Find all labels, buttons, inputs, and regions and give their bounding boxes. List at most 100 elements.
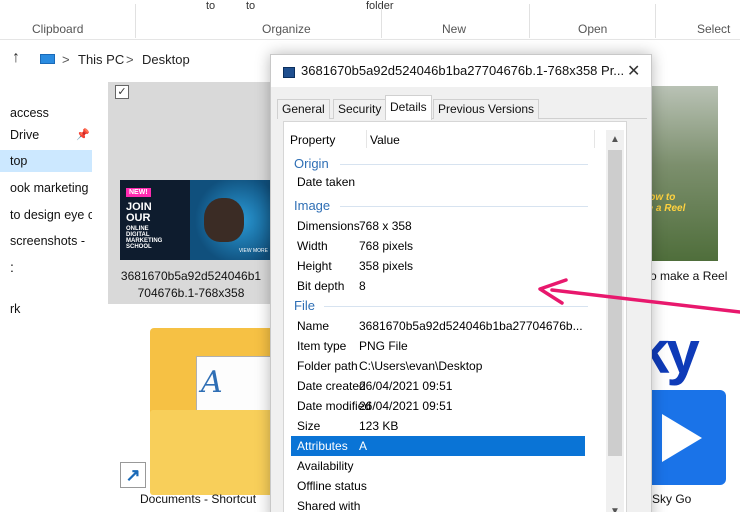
property-key: Shared with <box>297 499 361 512</box>
property-value: 26/04/2021 09:51 <box>359 399 453 413</box>
column-header-property[interactable]: Property <box>290 133 335 147</box>
ribbon-separator <box>381 4 382 38</box>
file-name-line-2: 704676b.1-768x358 <box>137 286 245 300</box>
property-row[interactable]: Item type PNG File <box>291 336 585 356</box>
pin-icon: 📌 <box>76 129 90 141</box>
column-divider[interactable] <box>594 130 595 148</box>
up-arrow-icon[interactable]: ↑ <box>12 49 20 67</box>
shortcut-arrow-icon: ↗ <box>120 462 146 488</box>
property-value: 8 <box>359 279 366 293</box>
scrollbar[interactable]: ▲ ▼ <box>606 130 624 512</box>
scroll-down-icon[interactable]: ▼ <box>610 506 620 512</box>
properties-dialog: 3681670b5a92d524046b1ba27704676b.1-768x3… <box>270 54 652 512</box>
group-file: File <box>294 298 315 313</box>
property-row[interactable]: Height 358 pixels <box>291 256 585 276</box>
ribbon-separator <box>529 4 530 38</box>
property-value: 768 pixels <box>359 239 414 253</box>
nav-item-label: Drive <box>10 128 40 142</box>
group-origin: Origin <box>294 156 329 171</box>
property-value: PNG File <box>359 339 408 353</box>
tab-general[interactable]: General <box>277 99 330 119</box>
property-key: Name <box>297 319 330 333</box>
thumb-more-text: VIEW MORE <box>238 248 268 254</box>
nav-item-folder-3[interactable]: screenshots - <box>0 230 92 252</box>
property-key: Folder path <box>297 359 358 373</box>
checkbox-icon[interactable]: ✓ <box>115 85 129 99</box>
property-key: Attributes <box>297 439 348 453</box>
dialog-title: 3681670b5a92d524046b1ba27704676b.1-768x3… <box>301 63 625 78</box>
file-name-line-1: 3681670b5a92d524046b1 <box>120 269 262 283</box>
details-panel: Property Value Origin Date taken Image D… <box>283 121 627 512</box>
ribbon-group-new: New <box>442 22 467 36</box>
sky-go-label: Sky Go <box>652 492 692 506</box>
nav-item-quick-access[interactable]: access <box>0 102 92 124</box>
thumb-join-text: JOIN OUR <box>126 201 152 224</box>
group-divider <box>340 164 588 165</box>
dialog-title-bar[interactable]: 3681670b5a92d524046b1ba27704676b.1-768x3… <box>271 55 651 87</box>
property-key: Date created <box>297 379 366 393</box>
property-key: Bit depth <box>297 279 345 293</box>
nav-item-onedrive[interactable]: Drive 📌 <box>0 124 92 146</box>
file-icon <box>283 67 295 78</box>
close-icon[interactable]: ✕ <box>627 61 640 81</box>
property-row[interactable]: Shared with <box>291 496 585 512</box>
nav-item-folder-4[interactable]: : <box>0 256 92 278</box>
ribbon-top-text-3: folder <box>366 0 394 12</box>
property-row-selected[interactable]: Attributes A <box>291 436 585 456</box>
scrollbar-thumb[interactable] <box>608 150 622 456</box>
property-key: Height <box>297 259 332 273</box>
property-value: 123 KB <box>359 419 399 433</box>
ribbon-group-clipboard: Clipboard <box>32 22 84 36</box>
property-row[interactable]: Availability <box>291 456 585 476</box>
ribbon-top-text-2: to <box>246 0 256 12</box>
property-value: 3681670b5a92d524046b1ba27704676b... <box>359 319 583 333</box>
nav-item-desktop[interactable]: top <box>0 150 92 172</box>
property-key: Offline status <box>297 479 367 493</box>
folder-front-icon <box>150 410 280 495</box>
thumb-small-text: ONLINE DIGITAL MARKETING SCHOOL <box>126 226 163 250</box>
breadcrumb-desktop[interactable]: Desktop <box>142 52 190 67</box>
nav-item-folder-2[interactable]: to design eye c <box>0 204 92 226</box>
group-image: Image <box>294 198 331 213</box>
ribbon-group-select: Select <box>697 22 731 36</box>
column-header-value[interactable]: Value <box>370 133 400 147</box>
property-value: 768 x 358 <box>359 219 412 233</box>
property-value: 26/04/2021 09:51 <box>359 379 453 393</box>
breadcrumb-separator-icon: > <box>62 52 70 67</box>
ribbon-group-organize: Organize <box>262 22 311 36</box>
thumb-new-badge: NEW! <box>126 188 151 197</box>
scroll-up-icon[interactable]: ▲ <box>610 134 620 145</box>
dog-image <box>204 198 244 242</box>
property-row[interactable]: Dimensions 768 x 358 <box>291 216 585 236</box>
property-key: Availability <box>297 459 354 473</box>
tab-security[interactable]: Security <box>333 99 387 119</box>
property-value: A <box>359 439 368 453</box>
column-header: Property Value <box>290 130 595 150</box>
property-row[interactable]: Size 123 KB <box>291 416 585 436</box>
ribbon-group-open: Open <box>578 22 608 36</box>
tab-details[interactable]: Details <box>385 95 432 120</box>
breadcrumb-separator-icon: > <box>126 52 134 67</box>
this-pc-icon <box>40 54 55 64</box>
property-key: Width <box>297 239 328 253</box>
property-row[interactable]: Date taken <box>291 172 585 192</box>
property-key: Item type <box>297 339 347 353</box>
nav-item-network[interactable]: rk <box>0 298 92 320</box>
column-divider[interactable] <box>366 130 367 148</box>
property-row[interactable]: Offline status <box>291 476 585 496</box>
tab-previous-versions[interactable]: Previous Versions <box>433 99 540 119</box>
breadcrumb-this-pc[interactable]: This PC <box>78 52 124 67</box>
property-row[interactable]: Bit depth 8 <box>291 276 585 296</box>
property-row[interactable]: Name 3681670b5a92d524046b1ba27704676b... <box>291 316 585 336</box>
property-row[interactable]: Date modified 26/04/2021 09:51 <box>291 396 585 416</box>
property-row[interactable]: Folder path C:\Users\evan\Desktop <box>291 356 585 376</box>
property-row[interactable]: Date created 26/04/2021 09:51 <box>291 376 585 396</box>
image-thumbnail[interactable]: NEW! JOIN OUR ONLINE DIGITAL MARKETING S… <box>120 180 272 260</box>
ribbon-separator <box>655 4 656 38</box>
ribbon-top-text-1: to <box>206 0 216 12</box>
group-divider <box>340 206 588 207</box>
property-value: 358 pixels <box>359 259 414 273</box>
nav-item-folder-1[interactable]: ook marketing <box>0 177 92 199</box>
property-row[interactable]: Width 768 pixels <box>291 236 585 256</box>
ribbon-separator <box>135 4 136 38</box>
